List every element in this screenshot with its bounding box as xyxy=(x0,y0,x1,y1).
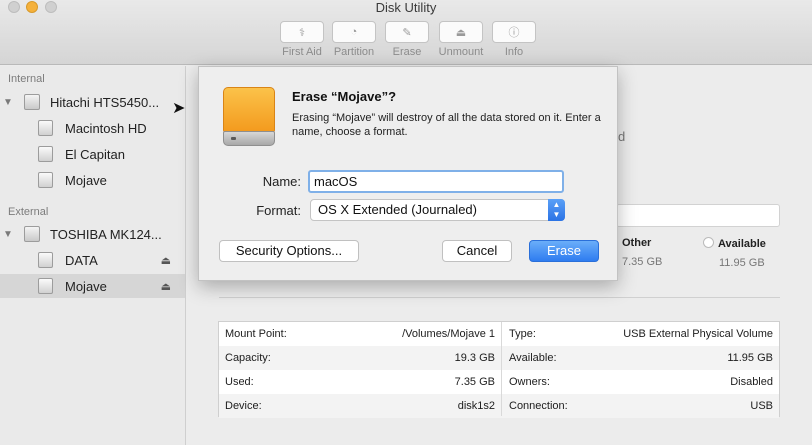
volume-icon xyxy=(38,120,53,136)
eject-icon[interactable]: ⏏ xyxy=(161,254,171,267)
volume-summary-text: d xyxy=(618,129,626,144)
info-value: /Volumes/Mojave 1 xyxy=(402,328,495,340)
volume-icon xyxy=(38,278,53,294)
sidebar-item-mojave-internal[interactable]: Mojave xyxy=(0,168,185,192)
dialog-title: Erase “Mojave”? xyxy=(292,89,397,104)
volume-icon xyxy=(38,252,53,268)
format-field-label: Format: xyxy=(256,203,301,218)
info-label: Available: xyxy=(509,352,557,364)
info-label: Device: xyxy=(225,400,262,412)
info-value: 19.3 GB xyxy=(454,352,495,364)
toolbar-info[interactable]: ⓘ Info xyxy=(491,21,537,58)
unmount-icon[interactable]: ⏏ xyxy=(439,21,483,43)
legend-value: 11.95 GB xyxy=(719,257,765,269)
available-swatch-icon xyxy=(703,237,714,248)
info-icon[interactable]: ⓘ xyxy=(492,21,536,43)
info-label: Owners: xyxy=(509,376,550,388)
usage-bar xyxy=(616,204,780,227)
external-disk-icon xyxy=(24,226,40,242)
sidebar-item-label: Mojave xyxy=(65,172,107,188)
toolbar-unmount-label: Unmount xyxy=(438,46,484,58)
divider xyxy=(219,297,780,298)
table-row: Used: 7.35 GB Owners: Disabled xyxy=(219,370,779,394)
table-row: Capacity: 19.3 GB Available: 11.95 GB xyxy=(219,346,779,370)
info-value: Disabled xyxy=(730,376,773,388)
sidebar-item-label: TOSHIBA MK124... xyxy=(50,226,162,242)
toolbar-erase[interactable]: ✎ Erase xyxy=(384,21,430,58)
eject-icon[interactable]: ⏏ xyxy=(161,280,171,293)
erase-dialog: Erase “Mojave”? Erasing “Mojave” will de… xyxy=(198,66,618,281)
security-options-button[interactable]: Security Options... xyxy=(219,240,359,262)
sidebar-item-label: Hitachi HTS5450... xyxy=(50,94,160,110)
erase-icon[interactable]: ✎ xyxy=(385,21,429,43)
chevron-up-down-icon[interactable]: ▲ ▼ xyxy=(548,199,565,221)
sidebar-item-label: Macintosh HD xyxy=(65,120,147,136)
info-label: Mount Point: xyxy=(225,328,287,340)
sidebar: Internal ▼ Hitachi HTS5450... Macintosh … xyxy=(0,66,186,445)
sidebar-item-el-capitan[interactable]: El Capitan xyxy=(0,142,185,166)
volume-icon xyxy=(38,172,53,188)
sidebar-item-external-disk[interactable]: ▼ TOSHIBA MK124... xyxy=(0,222,185,246)
info-value: 11.95 GB xyxy=(727,352,773,364)
info-value: disk1s2 xyxy=(457,400,495,412)
mouse-pointer-icon: ➤ xyxy=(172,100,186,117)
volume-info-table: Mount Point: /Volumes/Mojave 1 Type: USB… xyxy=(218,321,780,418)
dialog-description: Erasing “Mojave” will destroy of all the… xyxy=(292,112,601,138)
legend-name: Other xyxy=(622,237,652,249)
name-field-label: Name: xyxy=(262,174,301,189)
sidebar-section-internal: Internal xyxy=(8,73,45,85)
format-select-value: OS X Extended (Journaled) xyxy=(318,202,477,217)
info-label: Used: xyxy=(225,376,254,388)
sidebar-item-macintosh-hd[interactable]: Macintosh HD xyxy=(0,116,185,140)
table-row: Device: disk1s2 Connection: USB xyxy=(219,394,779,418)
name-input[interactable] xyxy=(308,170,564,193)
disclosure-triangle-icon[interactable]: ▼ xyxy=(3,229,13,240)
sidebar-section-external: External xyxy=(8,206,49,218)
sidebar-item-label: El Capitan xyxy=(65,146,125,162)
sidebar-item-mojave-external[interactable]: Mojave ⏏ xyxy=(0,274,185,298)
external-drive-icon xyxy=(223,87,275,146)
sidebar-item-data[interactable]: DATA ⏏ xyxy=(0,248,185,272)
volume-icon xyxy=(38,146,53,162)
hard-disk-icon xyxy=(24,94,40,110)
disclosure-triangle-icon[interactable]: ▼ xyxy=(3,97,13,108)
format-select[interactable]: OS X Extended (Journaled) ▲ ▼ xyxy=(310,199,565,221)
sidebar-item-internal-disk[interactable]: ▼ Hitachi HTS5450... xyxy=(0,90,185,114)
info-label: Connection: xyxy=(509,400,568,412)
sidebar-item-label: Mojave xyxy=(65,278,107,294)
toolbar-partition-label: Partition xyxy=(333,46,375,58)
legend-available: Available 11.95 GB xyxy=(703,237,766,269)
partition-icon[interactable]: ◔ xyxy=(332,21,376,43)
info-label: Capacity: xyxy=(225,352,271,364)
info-value: USB External Physical Volume xyxy=(623,328,773,340)
stethoscope-icon[interactable]: ⚕ xyxy=(280,21,324,43)
toolbar-erase-label: Erase xyxy=(392,46,422,58)
info-label: Type: xyxy=(509,328,536,340)
window-title: Disk Utility xyxy=(375,0,437,15)
toolbar-info-label: Info xyxy=(504,46,524,58)
table-row: Mount Point: /Volumes/Mojave 1 Type: USB… xyxy=(219,322,779,346)
legend-name: Available xyxy=(718,238,766,250)
toolbar-first-aid[interactable]: ⚕ First Aid xyxy=(279,21,325,58)
table-column-divider xyxy=(501,322,502,416)
toolbar-first-aid-label: First Aid xyxy=(282,46,322,58)
toolbar-partition[interactable]: ◔ Partition xyxy=(331,21,377,58)
info-value: USB xyxy=(750,400,773,412)
info-value: 7.35 GB xyxy=(454,376,495,388)
toolbar-unmount[interactable]: ⏏ Unmount xyxy=(438,21,484,58)
title-bar: Disk Utility ⚕ First Aid ◔ Partition ✎ E… xyxy=(0,0,812,65)
legend-other: Other 7.35 GB xyxy=(622,237,662,268)
erase-button[interactable]: Erase xyxy=(529,240,599,262)
cancel-button[interactable]: Cancel xyxy=(442,240,512,262)
legend-value: 7.35 GB xyxy=(622,256,663,268)
sidebar-item-label: DATA xyxy=(65,252,98,268)
